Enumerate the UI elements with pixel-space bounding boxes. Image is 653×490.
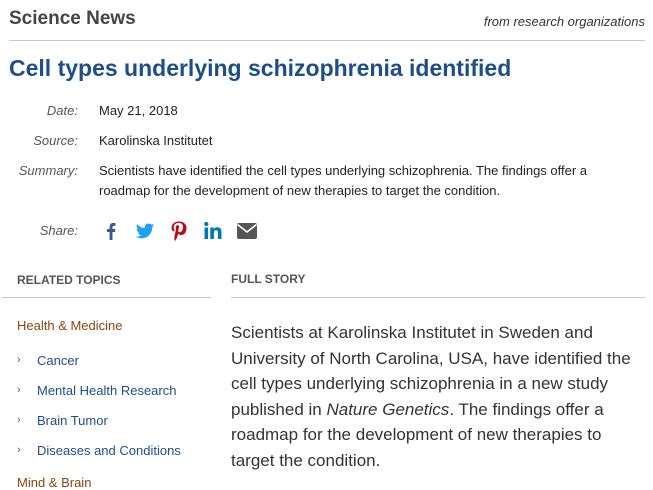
topic-item-label[interactable]: Cancer xyxy=(37,353,79,368)
article-title: Cell types underlying schizophrenia iden… xyxy=(9,55,512,81)
journal-name: Nature Genetics xyxy=(326,399,450,419)
related-topics-heading: RELATED TOPICS xyxy=(17,273,121,287)
twitter-icon[interactable] xyxy=(133,219,157,243)
site-tagline: from research organizations xyxy=(483,14,645,29)
chevron-right-icon: › xyxy=(17,384,21,396)
linkedin-icon[interactable] xyxy=(201,219,225,243)
related-topics-divider xyxy=(2,297,211,298)
summary-text: Scientists have identified the cell type… xyxy=(99,163,588,198)
full-story-heading: FULL STORY xyxy=(231,272,306,286)
chevron-right-icon: › xyxy=(17,444,21,456)
source-value: Karolinska Institutet xyxy=(99,133,213,148)
story-paragraph: Scientists at Karolinska Institutet in S… xyxy=(231,320,645,473)
topic-item[interactable]: › Brain Tumor xyxy=(17,410,108,430)
summary-label: Summary: xyxy=(18,163,78,178)
share-label: Share: xyxy=(39,223,78,238)
topic-item[interactable]: › Diseases and Conditions xyxy=(17,440,181,460)
topic-item-label[interactable]: Diseases and Conditions xyxy=(37,443,181,458)
site-header: Science News from research organizations xyxy=(9,0,645,41)
topic-item[interactable]: › Cancer xyxy=(17,350,79,370)
share-icons xyxy=(99,219,269,243)
full-story-divider xyxy=(231,297,645,298)
topic-category[interactable]: Health & Medicine xyxy=(17,318,123,333)
pinterest-icon[interactable] xyxy=(167,219,191,243)
date-value: May 21, 2018 xyxy=(99,103,178,118)
facebook-icon[interactable] xyxy=(99,219,123,243)
chevron-right-icon: › xyxy=(17,354,21,366)
topic-item-label[interactable]: Mental Health Research xyxy=(37,383,176,398)
site-name[interactable]: Science News xyxy=(9,8,136,30)
chevron-right-icon: › xyxy=(17,414,21,426)
topic-item[interactable]: › Mental Health Research xyxy=(17,380,176,400)
date-label: Date: xyxy=(46,103,78,118)
topic-item-label[interactable]: Brain Tumor xyxy=(37,413,108,428)
source-label: Source: xyxy=(33,133,78,148)
email-icon[interactable] xyxy=(235,219,259,243)
